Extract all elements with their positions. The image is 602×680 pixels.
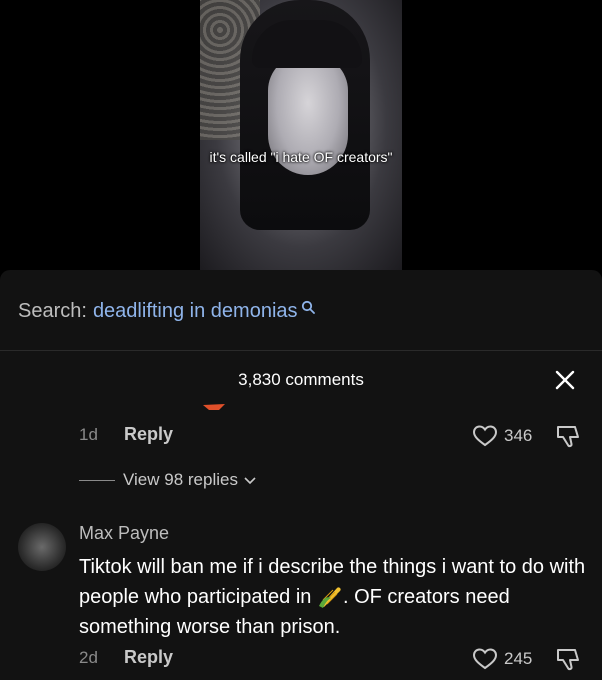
truncated-emoji [203,404,225,410]
comment-username[interactable]: Max Payne [79,523,169,544]
comment-time: 2d [79,648,98,667]
like-count: 346 [504,426,533,445]
reply-button[interactable]: Reply [124,424,173,445]
dislike-icon[interactable] [555,423,581,449]
search-term[interactable]: deadlifting in demonias [93,300,298,323]
like-button[interactable]: 245 [472,647,532,671]
view-replies-button[interactable]: View 98 replies [79,470,258,490]
divider [0,350,602,351]
like-count: 245 [504,649,533,668]
search-label: Search: [18,300,87,322]
replies-line [79,479,115,481]
like-button[interactable]: 346 [472,424,532,448]
heart-icon [472,648,498,670]
video-person-bangs [252,20,362,68]
chevron-down-icon [244,477,256,485]
video-frame[interactable] [200,0,402,270]
video-area: it's called "i hate OF creators" [0,0,602,270]
comment-time: 1d [79,425,98,444]
search-suggestion[interactable]: Search: deadlifting in demonias [18,300,315,323]
heart-icon [472,425,498,447]
corn-emoji [318,587,341,608]
reply-button[interactable]: Reply [124,647,173,668]
close-icon[interactable] [553,368,577,392]
comments-count: 3,830 comments [238,370,364,389]
comment-text: Tiktok will ban me if i describe the thi… [79,552,594,642]
avatar[interactable] [18,523,66,571]
view-replies-label: View 98 replies [123,470,238,489]
video-caption: it's called "i hate OF creators" [209,149,393,165]
dislike-icon[interactable] [555,646,581,672]
search-icon [301,300,315,314]
